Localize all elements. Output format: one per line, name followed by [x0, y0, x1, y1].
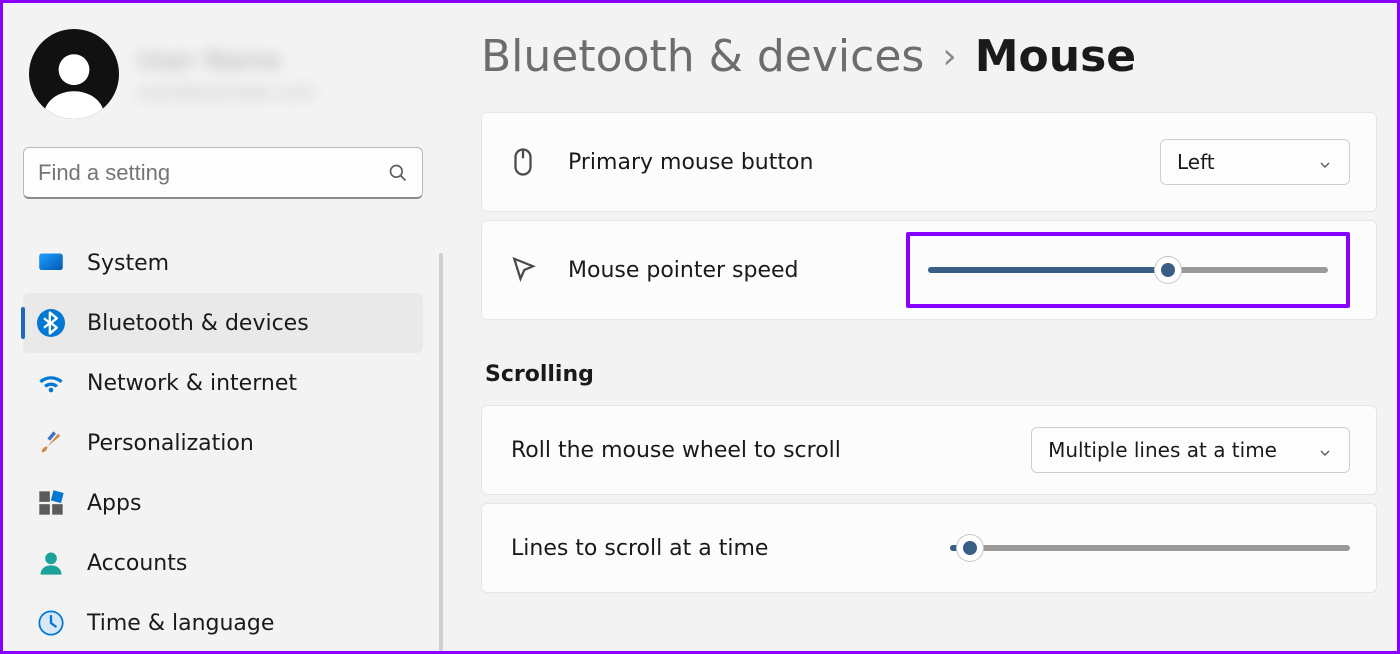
search-input[interactable] [38, 160, 388, 186]
clock-globe-icon [37, 609, 65, 637]
sidebar-item-label: Network & internet [87, 371, 297, 396]
main-panel: Bluetooth & devices › Mouse Primary mous… [443, 3, 1397, 651]
sidebar-scrollbar[interactable] [439, 253, 443, 651]
sidebar-item-network[interactable]: Network & internet [23, 353, 423, 413]
person-icon [37, 549, 65, 577]
system-icon [37, 249, 65, 277]
setting-label: Primary mouse button [568, 150, 1160, 175]
select-value: Left [1177, 150, 1215, 174]
setting-row-lines-scroll: Lines to scroll at a time [481, 503, 1377, 593]
setting-label: Roll the mouse wheel to scroll [508, 438, 1031, 463]
slider-thumb[interactable] [957, 535, 983, 561]
breadcrumb-parent[interactable]: Bluetooth & devices [481, 31, 924, 82]
sidebar-item-label: Accounts [87, 551, 187, 576]
cursor-icon [508, 255, 538, 285]
mouse-icon [508, 147, 538, 177]
sidebar: User Name user@example.com System Blue [3, 3, 443, 651]
sidebar-item-label: Time & language [87, 611, 274, 636]
sidebar-item-time-language[interactable]: Time & language [23, 593, 423, 653]
sidebar-item-accounts[interactable]: Accounts [23, 533, 423, 593]
profile-text: User Name user@example.com [137, 46, 316, 103]
setting-label: Mouse pointer speed [568, 258, 906, 283]
sidebar-item-system[interactable]: System [23, 233, 423, 293]
chevron-right-icon: › [942, 36, 956, 77]
setting-row-primary-mouse-button: Primary mouse button Left [481, 112, 1377, 212]
apps-icon [37, 489, 65, 517]
roll-wheel-select[interactable]: Multiple lines at a time [1031, 427, 1350, 473]
nav: System Bluetooth & devices Network & int… [23, 233, 443, 653]
bluetooth-icon [37, 309, 65, 337]
pointer-speed-slider[interactable] [928, 258, 1328, 282]
brush-icon [37, 429, 65, 457]
profile-block[interactable]: User Name user@example.com [23, 21, 443, 147]
breadcrumb: Bluetooth & devices › Mouse [481, 31, 1377, 82]
highlighted-region [906, 232, 1350, 308]
search-icon [388, 163, 408, 183]
primary-mouse-button-select[interactable]: Left [1160, 139, 1350, 185]
chevron-down-icon [1317, 154, 1333, 170]
avatar [29, 29, 119, 119]
lines-scroll-slider[interactable] [950, 536, 1350, 560]
profile-name: User Name [137, 46, 316, 76]
sidebar-item-bluetooth-devices[interactable]: Bluetooth & devices [23, 293, 423, 353]
setting-label: Lines to scroll at a time [508, 536, 950, 561]
slider-thumb[interactable] [1155, 257, 1181, 283]
setting-row-pointer-speed: Mouse pointer speed [481, 220, 1377, 320]
select-value: Multiple lines at a time [1048, 438, 1277, 462]
sidebar-item-label: Bluetooth & devices [87, 311, 309, 336]
wifi-icon [37, 369, 65, 397]
sidebar-item-label: System [87, 251, 169, 276]
sidebar-item-apps[interactable]: Apps [23, 473, 423, 533]
page-title: Mouse [975, 31, 1136, 82]
setting-row-roll-wheel: Roll the mouse wheel to scroll Multiple … [481, 405, 1377, 495]
sidebar-item-personalization[interactable]: Personalization [23, 413, 423, 473]
profile-sub: user@example.com [137, 82, 316, 103]
sidebar-item-label: Apps [87, 491, 141, 516]
chevron-down-icon [1317, 442, 1333, 458]
section-heading-scrolling: Scrolling [485, 362, 1377, 387]
search-box[interactable] [23, 147, 423, 199]
sidebar-item-label: Personalization [87, 431, 254, 456]
